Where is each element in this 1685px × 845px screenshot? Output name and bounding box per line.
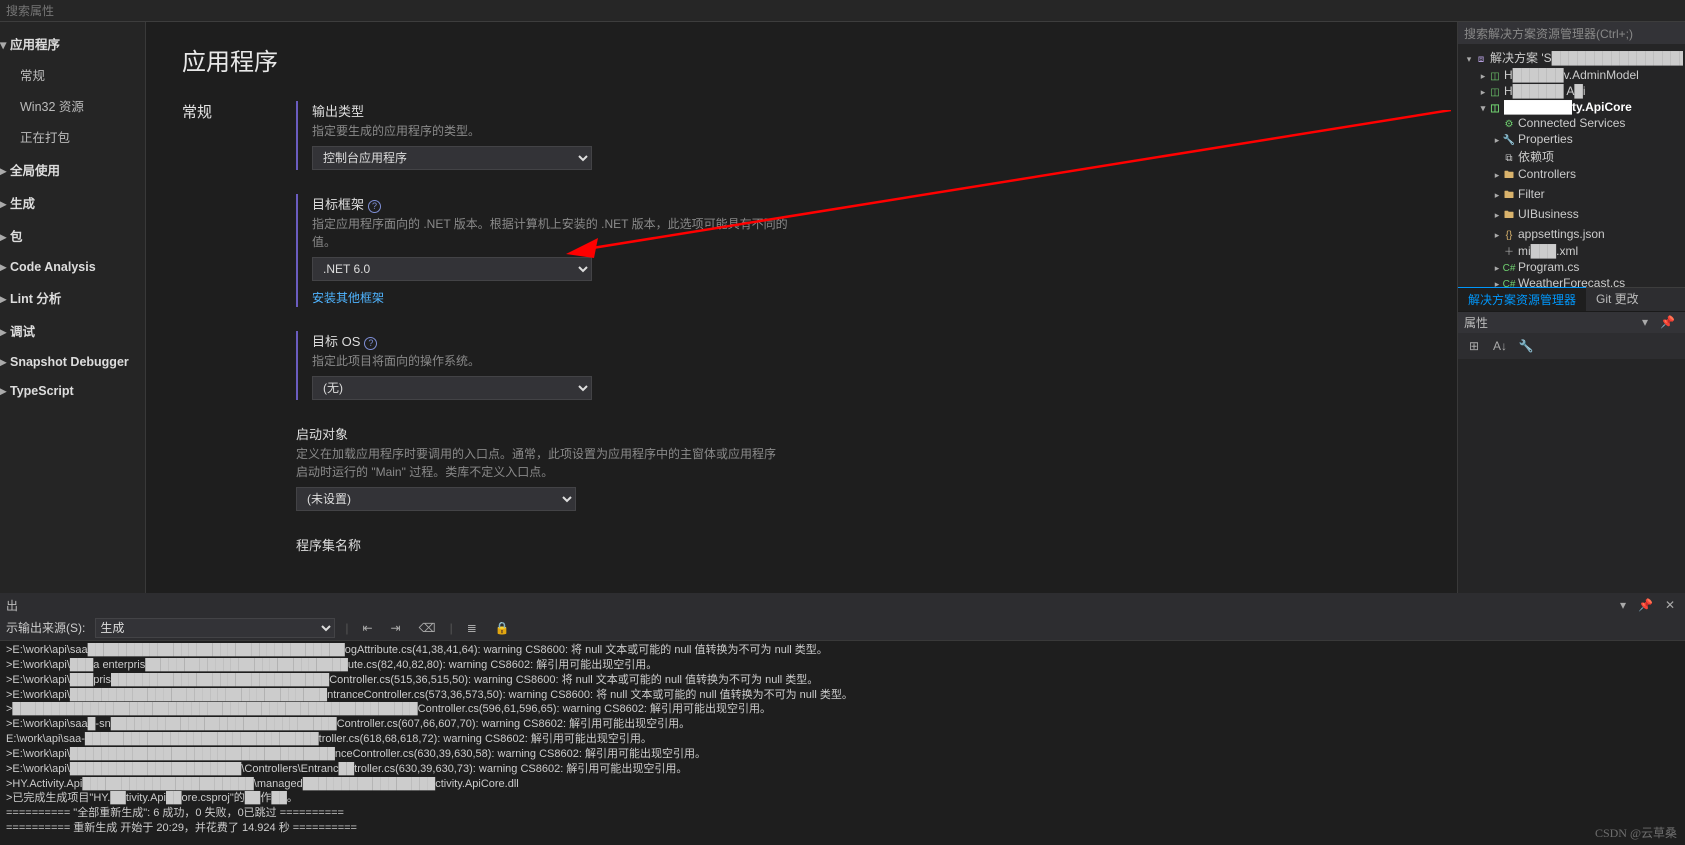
right-tabs: 解决方案资源管理器Git 更改 [1458,287,1685,311]
tree-node[interactable]: ▸🔧Properties [1460,131,1683,147]
dropdown-icon[interactable]: ▾ [1616,598,1630,612]
sidebar-item[interactable]: ▸Lint 分析 [0,282,145,313]
tree-node[interactable]: ▸{}appsettings.json [1460,226,1683,242]
sidebar-item[interactable]: ▸包 [0,220,145,251]
sidebar-item[interactable]: 常规 [0,59,145,90]
properties-toolbar: ⊞ A↓ 🔧 [1458,333,1685,359]
target-os-select[interactable]: (无) [312,376,592,400]
tree-node[interactable]: ▾⧈解决方案 'S████████████████' (9 个项 [1460,48,1683,67]
lock-icon[interactable]: 🔒 [491,619,514,637]
help-icon[interactable]: ? [368,200,381,213]
tree-node[interactable]: ▸◫H██████ A█i [1460,83,1683,99]
output-type-title: 输出类型 [312,104,364,119]
tree-node[interactable]: ⚙Connected Services [1460,115,1683,131]
property-search-input[interactable] [6,4,206,18]
target-framework-desc: 指定应用程序面向的 .NET 版本。根据计算机上安装的 .NET 版本，此选项可… [312,215,792,251]
help-icon[interactable]: ? [364,337,377,350]
solution-tree[interactable]: ▾⧈解决方案 'S████████████████' (9 个项▸◫H█████… [1458,44,1685,287]
field-target-os: 目标 OS? 指定此项目将面向的操作系统。 (无) [296,331,1421,400]
output-source-select[interactable]: 生成 [95,618,335,638]
page-title: 应用程序 [182,42,1421,77]
tree-node[interactable]: ▸C#WeatherForecast.cs [1460,275,1683,287]
sidebar-item[interactable]: 正在打包 [0,121,145,152]
clear-icon[interactable]: ⌫ [415,619,440,637]
property-search-bar[interactable] [0,0,1685,22]
categorize-icon[interactable]: ⊞ [1464,336,1484,356]
goto-next-icon[interactable]: ⇥ [387,619,405,637]
tree-node[interactable]: ▸◫H██████v.AdminModel [1460,67,1683,83]
tree-node[interactable]: ▸🖿UIBusiness [1460,206,1683,226]
solution-search-placeholder: 搜索解决方案资源管理器(Ctrl+;) [1464,25,1633,42]
output-body[interactable]: >E:\work\api\saa████████████████████████… [0,641,1685,845]
tree-node[interactable]: ▸C#Program.cs [1460,259,1683,275]
target-framework-title: 目标框架 [312,197,364,212]
sidebar-item[interactable]: ▸TypeScript [0,377,145,404]
startup-desc: 定义在加载应用程序时要调用的入口点。通常，此项设置为应用程序中的主窗体或应用程序… [296,445,776,481]
wrench-icon[interactable]: 🔧 [1516,336,1536,356]
pin-icon[interactable]: 📌 [1634,598,1657,612]
output-type-select[interactable]: 控制台应用程序 [312,146,592,170]
solution-explorer: 搜索解决方案资源管理器(Ctrl+;) ▾⧈解决方案 'S███████████… [1457,22,1685,593]
output-tab-label[interactable]: 出 [6,597,18,614]
sidebar-item[interactable]: ▸全局使用 [0,154,145,185]
solution-search[interactable]: 搜索解决方案资源管理器(Ctrl+;) [1458,22,1685,44]
center-content: 应用程序 常规 输出类型 指定要生成的应用程序的类型。 控制台应用程序 目标框架… [146,22,1457,593]
sidebar-item[interactable]: ▾应用程序 [0,28,145,59]
watermark: CSDN @云草桑 [1595,824,1677,841]
right-tab[interactable]: Git 更改 [1586,287,1649,311]
close-icon[interactable]: ✕ [1661,598,1679,612]
startup-title: 启动对象 [296,427,348,442]
properties-header: 属性 ▾ 📌 [1458,311,1685,333]
tree-node[interactable]: ⧉依赖项 [1460,147,1683,166]
field-target-framework: 目标框架? 指定应用程序面向的 .NET 版本。根据计算机上安装的 .NET 版… [296,194,1421,307]
pin-icon-2[interactable]: 📌 [1656,315,1679,329]
sidebar-item[interactable]: ▸生成 [0,187,145,218]
target-os-desc: 指定此项目将面向的操作系统。 [312,352,792,370]
target-framework-select[interactable]: .NET 6.0 [312,257,592,281]
pin-icon[interactable]: ▾ [1638,315,1652,329]
output-source-label: 示输出来源(S): [6,619,85,636]
tree-node[interactable]: ▾◫████████ty.ApiCore [1460,99,1683,115]
properties-body [1458,359,1685,594]
install-framework-link[interactable]: 安装其他框架 [312,289,384,306]
sidebar-item[interactable]: ▸Snapshot Debugger [0,348,145,375]
field-startup: 启动对象 定义在加载应用程序时要调用的入口点。通常，此项设置为应用程序中的主窗体… [296,424,1421,511]
field-output-type: 输出类型 指定要生成的应用程序的类型。 控制台应用程序 [296,101,1421,170]
field-asm-name: 程序集名称 [296,535,1421,554]
tree-node[interactable]: ▸🖿Filter [1460,186,1683,206]
sidebar-item[interactable]: ▸调试 [0,315,145,346]
right-tab[interactable]: 解决方案资源管理器 [1458,287,1586,311]
section-label: 常规 [182,101,296,578]
output-type-desc: 指定要生成的应用程序的类型。 [312,122,792,140]
toggle-wrap-icon[interactable]: ≣ [463,619,481,637]
sidebar: ▾应用程序常规Win32 资源正在打包▸全局使用▸生成▸包▸Code Analy… [0,22,146,593]
properties-label: 属性 [1464,314,1488,331]
target-os-title: 目标 OS [312,334,360,349]
goto-prev-icon[interactable]: ⇤ [358,619,376,637]
output-panel: 出 ▾ 📌 ✕ 示输出来源(S): 生成 | ⇤ ⇥ ⌫ | ≣ 🔒 >E:\w… [0,593,1685,845]
startup-select[interactable]: (未设置) [296,487,576,511]
sidebar-item[interactable]: ▸Code Analysis [0,253,145,280]
tree-node[interactable]: ＋mi███.xml [1460,242,1683,259]
tree-node[interactable]: ▸🖿Controllers [1460,166,1683,186]
asm-name-title: 程序集名称 [296,538,361,553]
sort-icon[interactable]: A↓ [1490,336,1510,356]
sidebar-item[interactable]: Win32 资源 [0,90,145,121]
